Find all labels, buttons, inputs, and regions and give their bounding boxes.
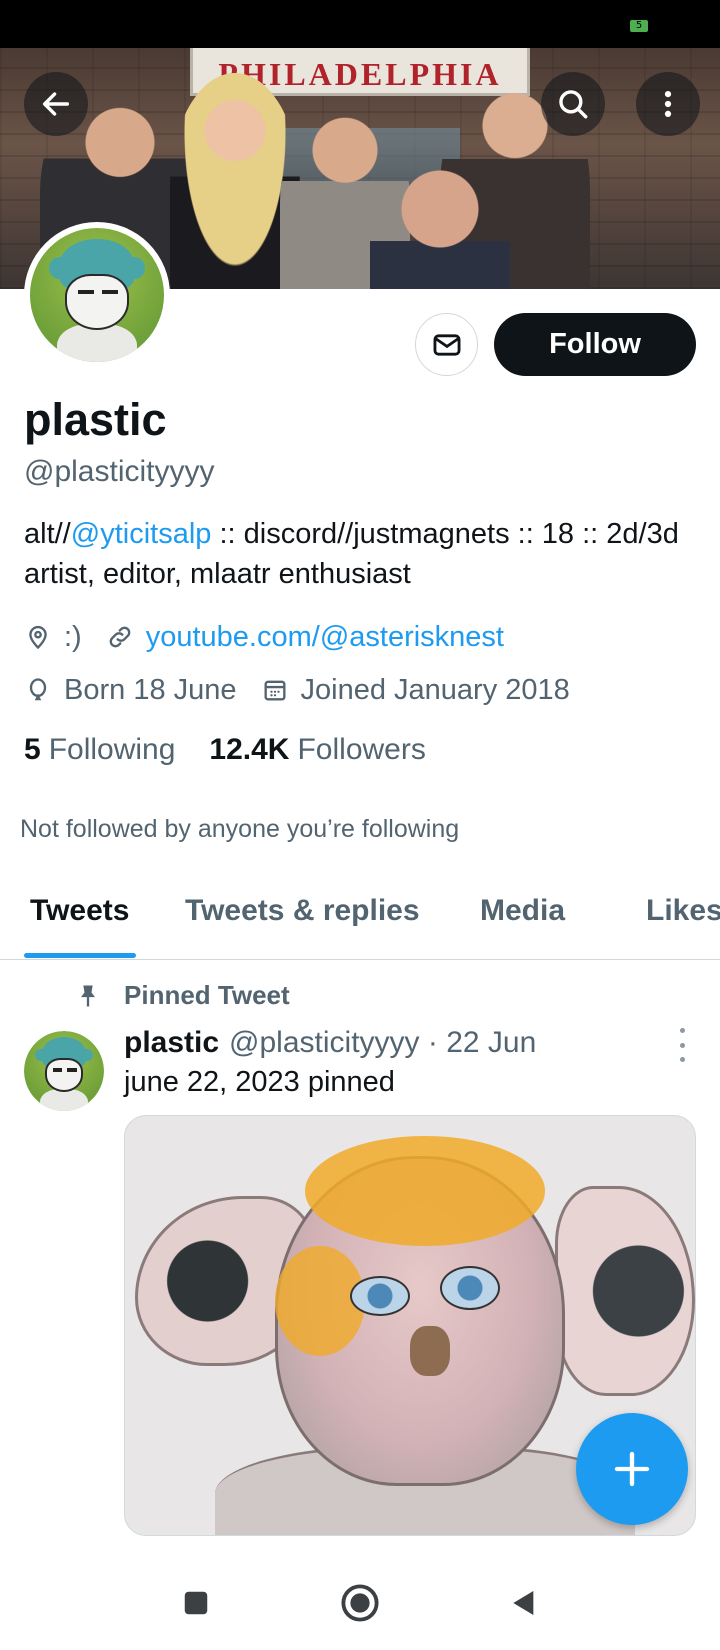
profile-location: :) — [24, 621, 82, 654]
avatar-art — [24, 1031, 104, 1111]
tab-tweets[interactable]: Tweets — [30, 894, 129, 928]
bio-mention-link[interactable]: @yticitsalp — [71, 518, 212, 550]
tweet-text: june 22, 2023 pinned — [124, 1066, 395, 1098]
system-nav-bar — [0, 1555, 720, 1650]
profile-website[interactable]: youtube.com/@asterisknest — [106, 621, 504, 654]
avatar-eye — [52, 1067, 63, 1072]
profile-meta-row: :) youtube.com/@asterisknest — [24, 617, 528, 657]
profile-avatar[interactable] — [24, 222, 170, 368]
avatar-face — [64, 273, 130, 330]
tweet-more-button[interactable] — [670, 1028, 694, 1062]
pinned-tweet-label: Pinned Tweet — [74, 980, 290, 1011]
tab-tweets-replies[interactable]: Tweets & replies — [185, 894, 420, 928]
tweet-handle-time: @plasticityyyy · 22 Jun — [229, 1026, 537, 1059]
website-link[interactable]: youtube.com/@asterisknest — [146, 621, 504, 654]
not-followed-notice: Not followed by anyone you’re following — [20, 815, 460, 843]
profile-display-name: plastic — [24, 394, 167, 445]
artwork-ear — [555, 1186, 695, 1396]
avatar-face — [44, 1058, 84, 1092]
artwork-paint — [305, 1136, 545, 1246]
square-icon — [184, 1591, 208, 1615]
mail-icon — [433, 333, 460, 356]
avatar-body — [56, 324, 138, 362]
profile-tabs: Tweets Tweets & replies Media Likes — [0, 880, 720, 960]
avatar-art — [30, 228, 164, 362]
followers-count: 12.4K — [209, 733, 290, 766]
birthday-text: Born 18 June — [64, 673, 237, 706]
link-icon — [109, 626, 131, 648]
profile-meta-row: Born 18 June Joined January 2018 — [24, 670, 594, 710]
artwork-eye — [440, 1266, 500, 1310]
avatar-eye — [67, 1067, 77, 1072]
follow-button[interactable]: Follow — [494, 313, 696, 376]
calendar-icon — [264, 680, 286, 701]
plus-icon — [614, 1451, 650, 1487]
artwork-eye — [350, 1276, 410, 1316]
system-back-button[interactable] — [496, 1575, 552, 1631]
profile-counts: 5 Following 12.4K Followers — [24, 733, 460, 767]
tweet-author-name[interactable]: plastic — [124, 1026, 219, 1060]
compose-tweet-button[interactable] — [576, 1413, 688, 1525]
following-label: Following — [48, 733, 176, 766]
pinned-text: Pinned Tweet — [124, 980, 290, 1010]
balloon-icon — [29, 678, 47, 701]
more-icon — [679, 1057, 685, 1062]
following-count-link[interactable]: 5 Following — [24, 733, 175, 767]
back-arrow-icon — [42, 92, 70, 116]
active-tab-indicator — [24, 953, 136, 958]
profile-joined: Joined January 2018 — [261, 674, 570, 707]
home-button[interactable] — [332, 1575, 388, 1631]
artwork-nose — [410, 1326, 450, 1376]
location-text: :) — [64, 620, 82, 653]
status-bar: 5 — [0, 0, 720, 48]
tweet-author-avatar[interactable] — [24, 1031, 104, 1111]
bio-prefix: alt// — [24, 518, 71, 550]
profile-birthday: Born 18 June — [24, 674, 237, 707]
more-icon — [679, 1042, 685, 1048]
circle-home-icon — [341, 1584, 379, 1622]
joined-text: Joined January 2018 — [300, 673, 570, 706]
search-button[interactable] — [541, 72, 605, 136]
more-icon — [679, 1028, 685, 1033]
followers-count-link[interactable]: 12.4K Followers — [209, 733, 425, 767]
tab-likes[interactable]: Likes — [646, 894, 720, 928]
recents-button[interactable] — [168, 1575, 224, 1631]
triangle-back-icon — [513, 1591, 534, 1615]
more-options-button[interactable] — [636, 72, 700, 136]
profile-bio: alt//@yticitsalp :: discord//justmagnets… — [24, 514, 704, 594]
back-button[interactable] — [24, 72, 88, 136]
message-button[interactable] — [415, 313, 478, 376]
more-vertical-icon — [664, 90, 672, 118]
battery-icon: 5 — [630, 20, 648, 32]
location-icon — [29, 625, 47, 650]
following-count: 5 — [24, 733, 41, 766]
avatar-eye — [102, 289, 119, 294]
pin-icon — [81, 985, 95, 1006]
tweet-header: plastic @plasticityyyy · 22 Jun — [124, 1026, 536, 1060]
search-icon — [559, 90, 588, 119]
avatar-eye — [78, 289, 95, 294]
followers-label: Followers — [297, 733, 426, 766]
avatar-body — [40, 1088, 88, 1111]
tab-media[interactable]: Media — [480, 894, 565, 928]
profile-handle: @plasticityyyy — [24, 455, 215, 488]
